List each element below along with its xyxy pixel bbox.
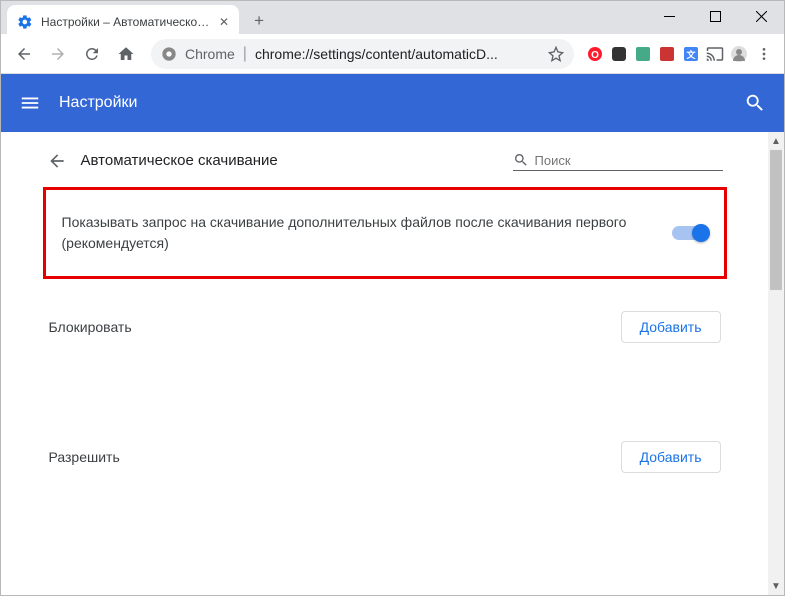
back-arrow-icon[interactable] bbox=[47, 151, 67, 171]
extension-icon[interactable] bbox=[656, 43, 678, 65]
scrollbar[interactable]: ▲ ▼ bbox=[768, 132, 784, 595]
search-icon[interactable] bbox=[744, 92, 766, 114]
url-prefix: Chrome bbox=[185, 46, 235, 62]
extension-icon[interactable]: 文 bbox=[680, 43, 702, 65]
extension-icon[interactable]: O bbox=[584, 43, 606, 65]
extension-icon[interactable] bbox=[608, 43, 630, 65]
close-tab-icon[interactable]: ✕ bbox=[219, 15, 229, 29]
back-button[interactable] bbox=[9, 39, 39, 69]
content-area: Настройки Автоматическое скачивание bbox=[1, 74, 784, 595]
search-icon bbox=[513, 152, 529, 168]
browser-window: Настройки – Автоматическое с ✕ + bbox=[0, 0, 785, 596]
settings-header: Настройки bbox=[1, 74, 784, 132]
url-path: chrome://settings/content/automaticD... bbox=[255, 46, 498, 62]
add-block-button[interactable]: Добавить bbox=[621, 311, 721, 343]
profile-avatar[interactable] bbox=[728, 43, 750, 65]
scroll-up-arrow[interactable]: ▲ bbox=[769, 134, 783, 148]
address-bar[interactable]: Chrome | chrome://settings/content/autom… bbox=[151, 39, 574, 69]
svg-text:文: 文 bbox=[685, 49, 696, 60]
settings-title: Настройки bbox=[59, 94, 137, 112]
extension-icons: O 文 bbox=[584, 39, 776, 69]
maximize-button[interactable] bbox=[692, 1, 738, 31]
bookmark-star-icon[interactable] bbox=[548, 46, 564, 62]
minimize-button[interactable] bbox=[646, 1, 692, 31]
close-window-button[interactable] bbox=[738, 1, 784, 31]
ask-before-download-toggle[interactable] bbox=[672, 226, 708, 240]
reload-button[interactable] bbox=[77, 39, 107, 69]
allow-section: Разрешить Добавить bbox=[35, 427, 735, 487]
browser-toolbar: Chrome | chrome://settings/content/autom… bbox=[1, 34, 784, 74]
window-controls bbox=[646, 1, 784, 31]
titlebar: Настройки – Автоматическое с ✕ + bbox=[1, 1, 784, 34]
section-title: Автоматическое скачивание bbox=[81, 152, 278, 169]
toggle-label: Показывать запрос на скачивание дополнит… bbox=[62, 212, 652, 254]
block-label: Блокировать bbox=[49, 319, 132, 335]
chrome-icon bbox=[161, 46, 177, 62]
settings-page: Автоматическое скачивание Показывать зап… bbox=[1, 132, 768, 595]
cast-icon[interactable] bbox=[704, 43, 726, 65]
block-section: Блокировать Добавить bbox=[35, 297, 735, 357]
menu-icon[interactable] bbox=[19, 92, 41, 114]
home-button[interactable] bbox=[111, 39, 141, 69]
search-field[interactable] bbox=[513, 150, 723, 171]
forward-button[interactable] bbox=[43, 39, 73, 69]
allow-label: Разрешить bbox=[49, 449, 120, 465]
kebab-menu[interactable] bbox=[752, 39, 776, 69]
add-allow-button[interactable]: Добавить bbox=[621, 441, 721, 473]
svg-text:O: O bbox=[591, 50, 599, 61]
extension-icon[interactable] bbox=[632, 43, 654, 65]
section-header: Автоматическое скачивание bbox=[35, 132, 735, 181]
scroll-thumb[interactable] bbox=[770, 150, 782, 290]
ask-before-download-row: Показывать запрос на скачивание дополнит… bbox=[43, 187, 727, 279]
gear-icon bbox=[17, 14, 33, 30]
new-tab-button[interactable]: + bbox=[245, 7, 273, 35]
search-input[interactable] bbox=[535, 153, 723, 168]
scroll-down-arrow[interactable]: ▼ bbox=[769, 579, 783, 593]
tab-title: Настройки – Автоматическое с bbox=[41, 15, 211, 29]
